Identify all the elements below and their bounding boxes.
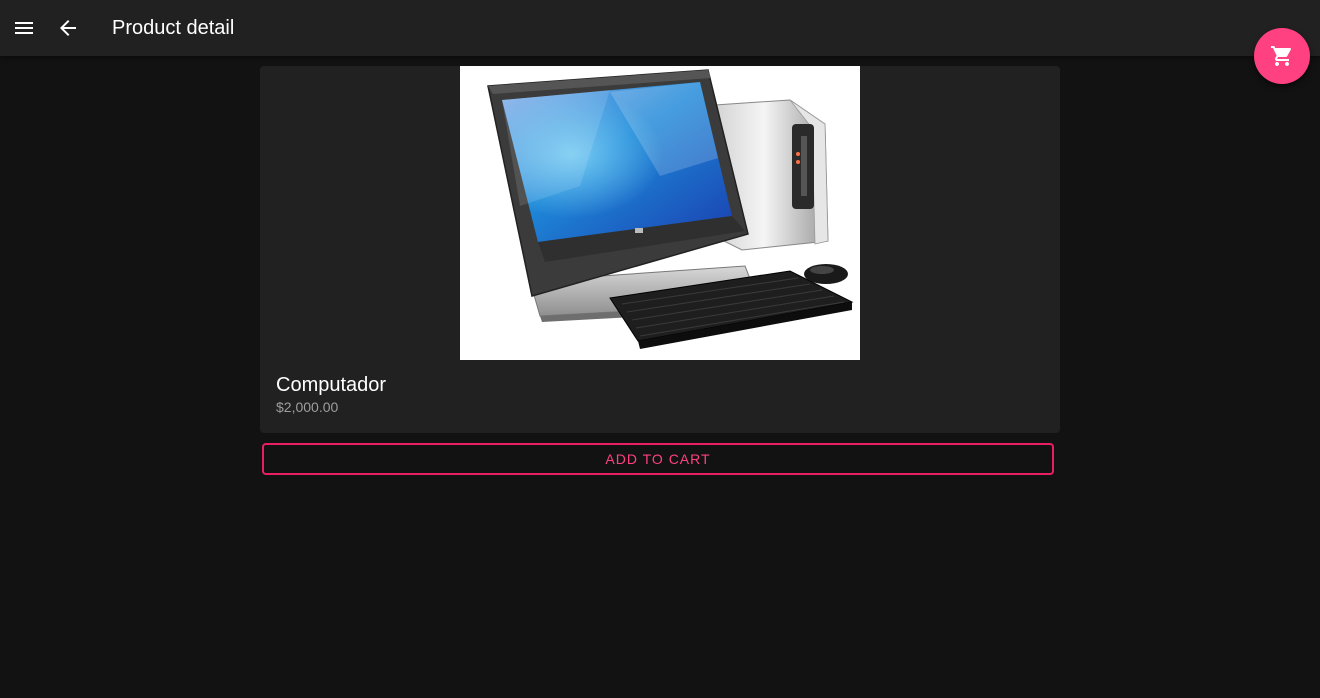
page-title: Product detail bbox=[112, 17, 235, 39]
product-price: $2,000.00 bbox=[276, 399, 339, 415]
shopping-cart-icon bbox=[1271, 46, 1292, 66]
product-image bbox=[460, 66, 860, 360]
menu-button[interactable] bbox=[2, 6, 46, 50]
product-name: Computador bbox=[276, 374, 387, 396]
app-bar: Product detail bbox=[0, 0, 1320, 56]
arrow-back-icon bbox=[60, 20, 76, 36]
add-to-cart-button[interactable]: ADD TO CART bbox=[262, 443, 1054, 475]
menu-icon bbox=[15, 22, 33, 34]
back-button[interactable] bbox=[46, 6, 90, 50]
product-card: Computador $2,000.00 bbox=[260, 66, 1060, 433]
desktop-computer-illustration bbox=[487, 69, 854, 349]
cart-button[interactable] bbox=[1254, 28, 1310, 84]
